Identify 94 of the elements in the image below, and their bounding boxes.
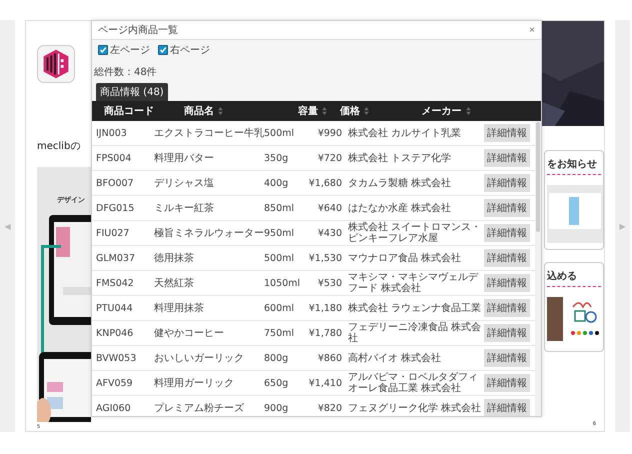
table-cell-text: ¥990: [316, 128, 343, 138]
table-cell-text: GLM037: [95, 252, 136, 264]
detail-button[interactable]: 詳細情報: [484, 174, 530, 192]
detail-button[interactable]: 詳細情報: [484, 349, 530, 367]
table-cell-text: デリシャス塩: [154, 177, 215, 190]
app-logo-icon: [37, 45, 75, 83]
table-cell-text: マキシマ・マキシマヴェルデフード 株式会社: [348, 272, 480, 294]
table-cell-text: 400g: [264, 178, 290, 188]
table-cell-text: 500ml: [264, 252, 296, 264]
sort-icon[interactable]: [218, 107, 223, 115]
table-cell-text: 750ml: [264, 328, 296, 338]
table-cell-text: 600ml: [264, 302, 296, 314]
table-cell-text: AFV059: [95, 378, 134, 388]
table-cell-text: ミルキー紅茶: [154, 202, 215, 215]
table-cell-text: 650g: [264, 378, 290, 388]
dialog-title: ページ内商品一覧: [98, 24, 178, 37]
table-cell-text: FMS042: [95, 278, 135, 288]
table-cell-text: FIU027: [95, 228, 130, 238]
table-cell-text: ¥430: [316, 228, 343, 238]
table-cell-text: はたなか水産 株式会社: [348, 202, 452, 214]
table-cell-text: フェヌグリーク化学 株式会社: [348, 402, 482, 414]
close-button[interactable]: ×: [529, 24, 535, 36]
detail-button[interactable]: 詳細情報: [484, 374, 530, 392]
table-cell-text: ¥860: [316, 352, 343, 364]
checkbox-label: 右ページ: [170, 44, 210, 57]
table-cell-text: マウナロア食品 株式会社: [348, 252, 462, 264]
detail-button[interactable]: 詳細情報: [484, 324, 530, 342]
table-cell-text: KNP046: [95, 328, 134, 338]
table-cell-text: 株式会社 カルサイト乳業: [348, 128, 462, 138]
scrollbar[interactable]: [535, 121, 541, 416]
detail-button[interactable]: 詳細情報: [484, 399, 530, 416]
table-cell-text: 株式会社 スイートロマンス・ピンキーフレア水屋: [348, 222, 482, 244]
page-heading: meclibの: [37, 140, 82, 153]
table-cell-text: 高村バイオ 株式会社: [348, 352, 442, 364]
table-cell-text: ¥530: [316, 278, 343, 288]
total-count: 総件数：48件: [92, 60, 541, 83]
table-cell-text: アルバピマ・ロベルタダフィオーレ食品工業 株式会社: [348, 372, 479, 394]
table-cell-text: 850ml: [264, 202, 296, 214]
table-cell-text: ¥1,180: [308, 302, 343, 314]
table-cell-text: 株式会社 ラウェンナ食品工業: [348, 302, 482, 314]
table-cell-text: 950ml: [264, 228, 296, 238]
table-cell-text: エクストラコーヒー牛乳: [154, 126, 264, 140]
column-header[interactable]: 容量: [298, 104, 318, 118]
table-cell-text: AGI060: [95, 402, 132, 414]
table-cell-text: 800g: [264, 352, 290, 364]
column-header[interactable]: メーカー: [422, 104, 462, 118]
table-cell-text: 株式会社 トステア化学: [348, 152, 452, 164]
detail-button[interactable]: 詳細情報: [484, 224, 530, 242]
table-cell-text: 料理用ガーリック: [154, 376, 235, 390]
card-title: をお知らせ: [547, 157, 601, 175]
detail-button[interactable]: 詳細情報: [484, 274, 530, 292]
sort-icon[interactable]: [364, 107, 369, 115]
table-cell-text: BVW053: [95, 352, 138, 364]
sort-icon[interactable]: [466, 107, 471, 115]
checkbox[interactable]: [98, 45, 108, 55]
table-cell-text: 料理用抹茶: [154, 302, 205, 315]
detail-button[interactable]: 詳細情報: [484, 149, 530, 167]
table-cell-text: プレミアム粉チーズ: [154, 402, 245, 415]
column-header[interactable]: 価格: [340, 104, 360, 118]
detail-button[interactable]: 詳細情報: [484, 199, 530, 217]
table-cell-text: ¥720: [316, 152, 343, 164]
table-cell-text: ¥1,680: [308, 178, 343, 188]
table-cell-text: 350g: [264, 152, 290, 164]
table-cell-text: おいしいガーリック: [154, 352, 245, 365]
table-cell-text: ¥640: [316, 202, 343, 214]
table-cell-text: ¥1,780: [308, 328, 343, 338]
detail-button[interactable]: 詳細情報: [484, 249, 530, 267]
column-header[interactable]: 商品名: [184, 104, 214, 118]
sort-icon[interactable]: [322, 107, 327, 115]
table-cell-text: 極旨ミネラルウォーター: [154, 226, 264, 240]
detail-button[interactable]: 詳細情報: [484, 124, 530, 142]
table-cell-text: PTU044: [95, 302, 134, 314]
table-cell-text: 徳用抹茶: [154, 252, 195, 265]
table-cell-text: IJN003: [95, 128, 128, 138]
table-cell-text: 料理用バター: [154, 152, 215, 165]
table-cell-text: ¥820: [316, 402, 343, 414]
table-cell-text: 1050ml: [264, 278, 302, 288]
table-cell-text: 500ml: [264, 128, 296, 138]
table-cell-text: タカムラ製糖 株式会社: [348, 178, 452, 188]
detail-button[interactable]: 詳細情報: [484, 299, 530, 317]
tab[interactable]: 商品情報 (48): [96, 83, 168, 101]
table-cell-text: FPS004: [95, 152, 132, 164]
checkbox-label: 左ページ: [110, 44, 150, 57]
checkbox[interactable]: [158, 45, 168, 55]
table-cell-text: ¥1,410: [308, 378, 343, 388]
table-cell-text: DFG015: [95, 202, 136, 214]
table-cell-text: 天然紅茶: [154, 276, 195, 290]
table-cell-text: フェデリーニ冷凍食品 株式会社: [348, 322, 482, 344]
column-header[interactable]: 商品コード: [104, 104, 154, 118]
table-cell-text: ¥1,530: [308, 252, 343, 264]
card-title: 込める: [547, 269, 601, 287]
table-cell-text: 健やかコーヒー: [154, 327, 225, 340]
table-cell-text: BFO007: [95, 178, 135, 188]
table-cell-text: 900g: [264, 402, 290, 414]
